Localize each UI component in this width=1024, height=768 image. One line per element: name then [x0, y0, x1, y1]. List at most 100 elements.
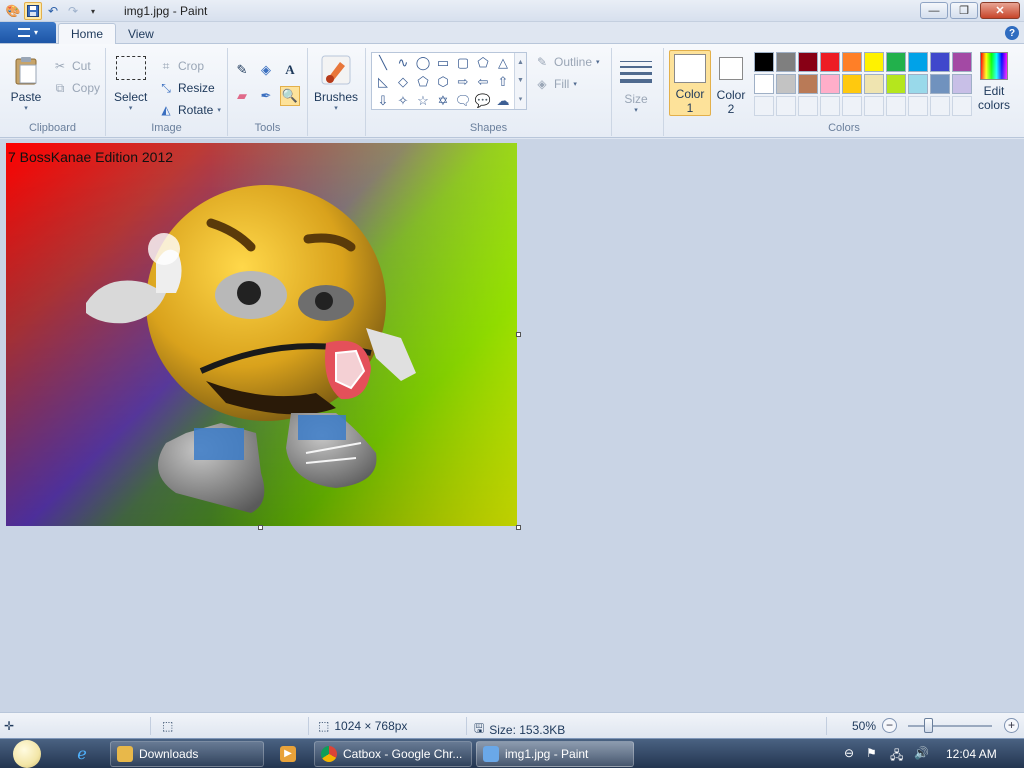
rect-callout-shape-icon[interactable]: 🗨: [454, 92, 472, 110]
palette-swatch[interactable]: [776, 52, 796, 72]
down-arrow-shape-icon[interactable]: ⇩: [374, 92, 392, 110]
customize-qat-icon[interactable]: ▾: [84, 2, 102, 20]
cloud-callout-shape-icon[interactable]: ☁: [494, 92, 512, 110]
fill-bucket-icon[interactable]: ◈: [256, 60, 276, 80]
palette-swatch[interactable]: [886, 74, 906, 94]
palette-swatch[interactable]: [820, 96, 840, 116]
palette-swatch[interactable]: [908, 96, 928, 116]
palette-swatch[interactable]: [842, 74, 862, 94]
palette-swatch[interactable]: [798, 74, 818, 94]
palette-swatch[interactable]: [886, 52, 906, 72]
close-button[interactable]: ✕: [980, 2, 1020, 19]
palette-swatch[interactable]: [842, 96, 862, 116]
right-triangle-shape-icon[interactable]: ◺: [374, 73, 392, 91]
zoom-slider-thumb[interactable]: [924, 718, 933, 733]
resize-handle-bottom[interactable]: [258, 525, 263, 530]
shapes-scroll[interactable]: ▲ ▼ ▾: [514, 53, 526, 109]
diamond-shape-icon[interactable]: ◇: [394, 73, 412, 91]
rotate-button[interactable]: ◭ Rotate ▾: [158, 102, 221, 118]
six-point-star-shape-icon[interactable]: ✡: [434, 92, 452, 110]
resize-handle-right[interactable]: [516, 332, 521, 337]
right-arrow-shape-icon[interactable]: ⇨: [454, 73, 472, 91]
select-button[interactable]: Select ▾: [114, 56, 147, 112]
zoom-slider-track[interactable]: [908, 725, 992, 727]
paste-button[interactable]: Paste ▾: [10, 54, 42, 112]
media-player-icon[interactable]: ▶: [270, 741, 306, 767]
taskbar-item-paint[interactable]: img1.jpg - Paint: [476, 741, 634, 767]
resize-button[interactable]: ⤡ Resize: [158, 80, 215, 96]
color2-button[interactable]: Color 2: [712, 50, 750, 116]
four-point-star-shape-icon[interactable]: ✧: [394, 92, 412, 110]
color-picker-icon[interactable]: ✒: [256, 86, 276, 106]
zoom-in-button[interactable]: +: [1004, 718, 1019, 733]
size-button[interactable]: Size ▾: [620, 56, 652, 114]
palette-swatch[interactable]: [820, 52, 840, 72]
color1-button[interactable]: Color 1: [669, 50, 711, 116]
up-arrow-shape-icon[interactable]: ⇧: [494, 73, 512, 91]
tab-view[interactable]: View: [116, 23, 166, 44]
crop-button[interactable]: ⌗ Crop: [158, 58, 204, 74]
edit-colors-button[interactable]: Edit colors: [976, 50, 1012, 116]
eraser-icon[interactable]: ▰: [232, 86, 252, 106]
triangle-shape-icon[interactable]: △: [494, 54, 512, 72]
line-shape-icon[interactable]: ╲: [374, 54, 392, 72]
palette-swatch[interactable]: [908, 52, 928, 72]
palette-swatch[interactable]: [864, 96, 884, 116]
palette-swatch[interactable]: [952, 52, 972, 72]
save-icon[interactable]: [24, 2, 42, 20]
paint-app-icon[interactable]: 🎨: [4, 2, 22, 20]
palette-swatch[interactable]: [842, 52, 862, 72]
text-icon[interactable]: A: [280, 60, 300, 80]
five-point-star-shape-icon[interactable]: ☆: [414, 92, 432, 110]
redo-icon[interactable]: ↷: [64, 2, 82, 20]
expand-gallery-icon[interactable]: ▾: [519, 95, 523, 103]
minimize-button[interactable]: —: [920, 2, 948, 19]
start-button[interactable]: [6, 739, 48, 768]
palette-swatch[interactable]: [908, 74, 928, 94]
restore-button[interactable]: ❐: [950, 2, 978, 19]
palette-swatch[interactable]: [776, 96, 796, 116]
copy-button[interactable]: ⧉ Copy: [52, 80, 100, 96]
help-icon[interactable]: ?: [1005, 26, 1019, 40]
fill-button[interactable]: ◈ Fill ▾: [534, 76, 576, 92]
palette-swatch[interactable]: [952, 96, 972, 116]
action-center-icon[interactable]: ⊖: [844, 746, 854, 760]
volume-icon[interactable]: 🔊: [914, 746, 929, 760]
palette-swatch[interactable]: [754, 74, 774, 94]
rectangle-shape-icon[interactable]: ▭: [434, 54, 452, 72]
undo-icon[interactable]: ↶: [44, 2, 62, 20]
image-canvas[interactable]: 7 BossKanae Edition 2012: [6, 143, 517, 526]
outline-button[interactable]: ✎ Outline ▾: [534, 54, 600, 70]
palette-swatch[interactable]: [930, 96, 950, 116]
magnifier-icon[interactable]: 🔍: [280, 86, 300, 106]
palette-swatch[interactable]: [864, 74, 884, 94]
taskbar-item-downloads[interactable]: Downloads: [110, 741, 264, 767]
palette-swatch[interactable]: [776, 74, 796, 94]
canvas-workspace[interactable]: 7 BossKanae Edition 2012: [0, 139, 1024, 712]
tab-home[interactable]: Home: [58, 23, 117, 44]
palette-swatch[interactable]: [886, 96, 906, 116]
palette-swatch[interactable]: [798, 52, 818, 72]
hexagon-shape-icon[interactable]: ⬡: [434, 73, 452, 91]
oval-shape-icon[interactable]: ◯: [414, 54, 432, 72]
left-arrow-shape-icon[interactable]: ⇦: [474, 73, 492, 91]
resize-handle-corner[interactable]: [516, 525, 521, 530]
taskbar-item-chrome[interactable]: Catbox - Google Chr...: [314, 741, 472, 767]
scroll-down-icon[interactable]: ▼: [517, 77, 524, 84]
network-icon[interactable]: 🖧: [890, 746, 903, 767]
internet-explorer-icon[interactable]: ℯ: [64, 741, 100, 767]
polygon-shape-icon[interactable]: ⬠: [474, 54, 492, 72]
curve-shape-icon[interactable]: ∿: [394, 54, 412, 72]
palette-swatch[interactable]: [952, 74, 972, 94]
palette-swatch[interactable]: [820, 74, 840, 94]
palette-swatch[interactable]: [864, 52, 884, 72]
brushes-button[interactable]: Brushes ▾: [314, 54, 358, 112]
pencil-icon[interactable]: ✎: [232, 60, 252, 80]
zoom-out-button[interactable]: −: [882, 718, 897, 733]
flag-icon[interactable]: ⚑: [866, 746, 877, 760]
oval-callout-shape-icon[interactable]: 💬: [474, 92, 492, 110]
paint-menu-button[interactable]: ▾: [0, 22, 56, 43]
palette-swatch[interactable]: [754, 52, 774, 72]
scroll-up-icon[interactable]: ▲: [517, 59, 524, 66]
palette-swatch[interactable]: [798, 96, 818, 116]
